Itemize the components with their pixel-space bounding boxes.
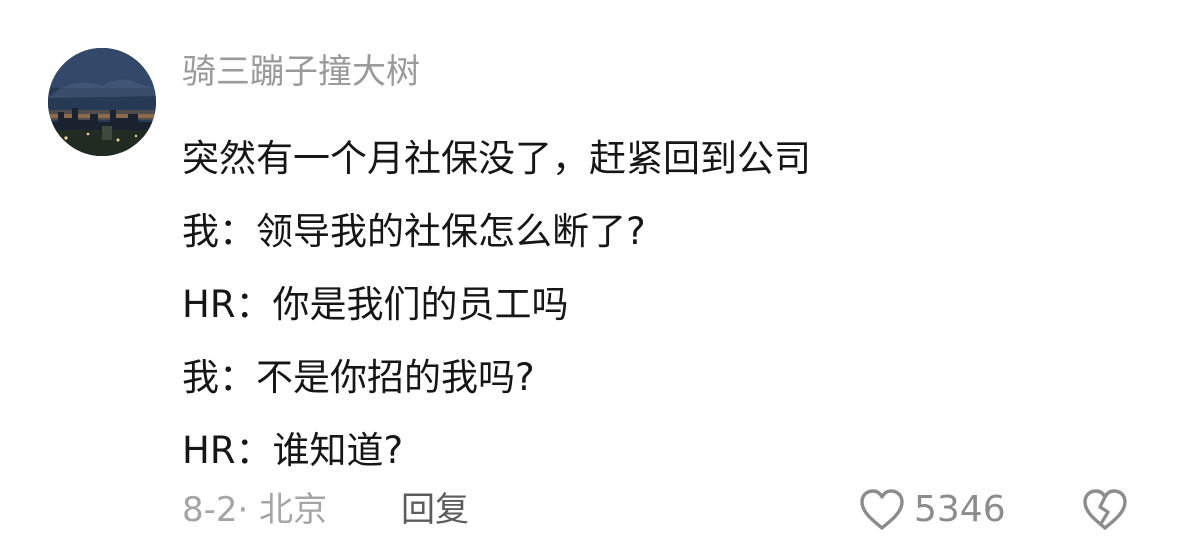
comment-line: 我：领导我的社保怎么断了? [182, 210, 646, 253]
comment-line: 突然有一个月社保没了，赶紧回到公司 [182, 137, 811, 180]
comment-footer: 8-2· 北京 回复 5346 [0, 482, 1179, 538]
comment-line: HR：谁知道? [182, 429, 404, 472]
avatar-image [48, 48, 156, 156]
broken-heart-icon[interactable] [1081, 488, 1129, 532]
username[interactable]: 骑三蹦子撞大树 [182, 50, 420, 94]
comment-line: HR：你是我们的员工吗 [182, 283, 569, 326]
comment-date-location: 8-2· 北京 [182, 490, 328, 530]
heart-outline-icon[interactable] [858, 488, 906, 532]
comment-line: 我：不是你招的我吗? [182, 356, 535, 399]
like-count: 5346 [914, 489, 1006, 530]
reply-button[interactable]: 回复 [401, 488, 469, 532]
comment-item: 骑三蹦子撞大树 突然有一个月社保没了，赶紧回到公司 我：领导我的社保怎么断了? … [0, 0, 1179, 545]
avatar[interactable] [48, 48, 156, 156]
comment-body: 突然有一个月社保没了，赶紧回到公司 我：领导我的社保怎么断了? HR：你是我们的… [182, 122, 811, 487]
